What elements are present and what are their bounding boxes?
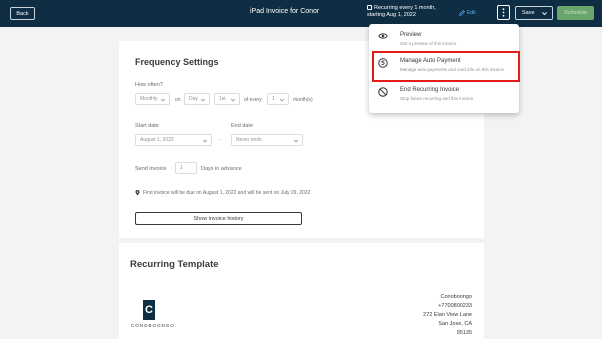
back-button[interactable]: Back <box>10 7 35 20</box>
recurring-line-2: starting Aug 1, 2022 <box>367 12 416 18</box>
save-button[interactable]: Save <box>515 6 553 20</box>
eye-icon <box>378 33 388 39</box>
edit-link[interactable]: Edit <box>459 10 476 16</box>
schedule-note-text: First invoice will be due on August 1, 2… <box>143 190 311 196</box>
menu-item-desc: Stop future recurring and this invoice <box>400 96 474 101</box>
address-line: +7700800233 <box>438 303 472 309</box>
start-date-label: Start date <box>135 123 159 129</box>
template-title: Recurring Template <box>130 259 219 270</box>
days-in-advance-label: Days in advance <box>201 166 242 172</box>
menu-item-title: Preview <box>400 32 422 38</box>
month-interval-select[interactable]: 1 <box>267 93 289 105</box>
recurring-summary: Recurring every 1 month, starting Aug 1,… <box>367 5 459 19</box>
logo-wordmark: CONOBOONGO <box>131 323 175 328</box>
end-date-select[interactable]: Never ends <box>231 134 303 146</box>
pencil-icon <box>459 10 465 16</box>
page-title: iPad Invoice for Conor <box>250 8 320 15</box>
chevron-down-icon <box>200 98 206 102</box>
no-entry-icon <box>378 87 388 97</box>
chevron-down-icon <box>160 98 166 102</box>
highlight-box <box>372 51 520 82</box>
show-invoice-history-button[interactable]: Show invoice history <box>135 212 302 225</box>
send-days-stepper[interactable]: 1 <box>175 162 197 174</box>
start-date-input[interactable]: August 1, 2022 <box>135 134 212 146</box>
send-invoice-label: Send invoice <box>135 166 167 172</box>
address-line: 272 Elan View Lane <box>423 312 472 318</box>
recurring-template-card: Recurring Template C CONOBOONGO Conoboon… <box>119 243 484 339</box>
address-line: Conoboongo <box>440 294 472 300</box>
calendar-icon <box>367 5 372 10</box>
logo-mark: C <box>143 300 155 320</box>
how-often-label: How often? <box>135 82 163 88</box>
save-label: Save <box>522 10 535 16</box>
day-type-value: Day <box>189 96 198 102</box>
chevron-down-icon <box>542 12 547 16</box>
day-number-value: 1st <box>219 96 226 102</box>
end-date-label: End date <box>231 123 254 129</box>
chevron-down-icon <box>293 139 299 143</box>
months-label: month(s) <box>293 97 313 103</box>
menu-item-desc: Get a preview of this invoice <box>400 41 457 46</box>
frequency-title: Frequency Settings <box>135 57 219 67</box>
date-range-dash: - <box>219 137 221 143</box>
chevron-down-icon <box>279 98 285 102</box>
day-type-select[interactable]: Day <box>184 93 210 105</box>
location-pin-icon <box>135 190 140 196</box>
day-number-select[interactable]: 1st <box>214 93 240 105</box>
month-interval-value: 1 <box>272 96 275 102</box>
company-logo: C CONOBOONGO <box>131 300 175 328</box>
on-label: on <box>175 97 181 103</box>
menu-item-end-recurring[interactable]: End Recurring Invoice Stop future recurr… <box>369 81 519 107</box>
top-bar: Back iPad Invoice for Conor Recurring ev… <box>0 0 602 27</box>
menu-item-preview[interactable]: Preview Get a preview of this invoice <box>369 26 519 52</box>
chevron-down-icon <box>230 98 236 102</box>
company-address: Conoboongo +7700800233 272 Elan View Lan… <box>423 293 472 338</box>
menu-item-title: End Recurring Invoice <box>400 87 460 93</box>
send-days-value: 1 <box>180 165 183 171</box>
of-every-label: of every <box>244 97 262 103</box>
edit-label: Edit <box>467 10 476 16</box>
address-line: 95135 <box>456 330 472 336</box>
how-often-select[interactable]: Monthly <box>135 93 170 105</box>
how-often-value: Monthly <box>140 96 158 102</box>
recurring-line-1: Recurring every 1 month, <box>374 5 436 11</box>
chevron-down-icon <box>202 139 208 143</box>
end-date-value: Never ends <box>236 137 262 143</box>
address-line: San Jose, CA <box>438 321 472 327</box>
more-options-button[interactable] <box>497 5 510 20</box>
schedule-button[interactable]: Schedule <box>557 6 594 20</box>
start-date-value: August 1, 2022 <box>140 137 174 143</box>
kebab-menu-icon <box>502 8 505 17</box>
schedule-note: First invoice will be due on August 1, 2… <box>135 190 310 196</box>
